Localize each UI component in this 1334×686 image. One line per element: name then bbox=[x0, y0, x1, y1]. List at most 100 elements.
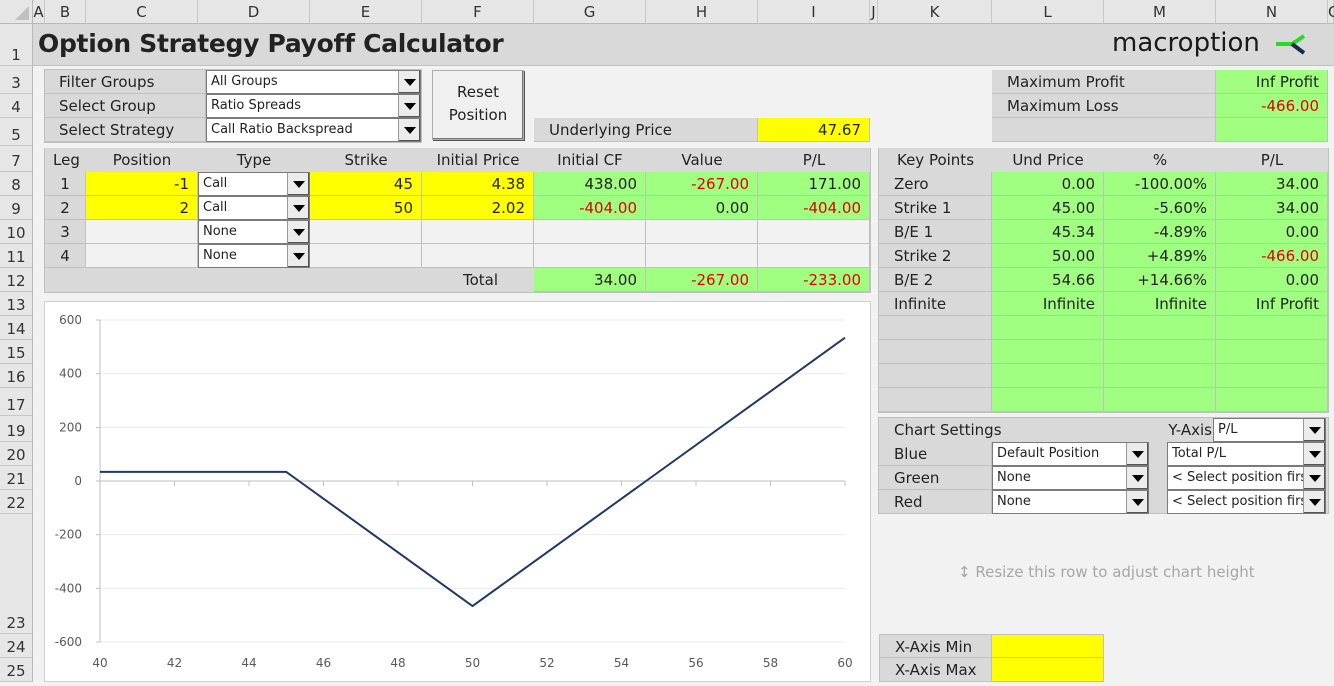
row-header[interactable]: 17 bbox=[0, 388, 33, 416]
leg-type-dropdown[interactable]: Call bbox=[198, 196, 310, 220]
row-header[interactable]: 4 bbox=[0, 94, 33, 118]
column-header[interactable]: A bbox=[33, 0, 45, 24]
filter-groups-dropdown[interactable]: All Groups bbox=[206, 70, 421, 94]
column-header[interactable]: F bbox=[422, 0, 534, 24]
leg-position-input[interactable] bbox=[86, 220, 198, 244]
column-header[interactable]: I bbox=[758, 0, 870, 24]
row-header[interactable]: 14 bbox=[0, 316, 33, 340]
row-header[interactable]: 20 bbox=[0, 442, 33, 466]
leg-price-input[interactable]: 4.38 bbox=[422, 172, 534, 196]
row-header[interactable]: 22 bbox=[0, 490, 33, 514]
payoff-chart[interactable]: 600 400 200 0 -200 -400 -600 40 42 44 46 48 50 52 54 56… bbox=[44, 301, 871, 682]
column-header[interactable]: H bbox=[646, 0, 758, 24]
chart-series-dropdown[interactable]: < Select position first bbox=[1167, 466, 1326, 490]
row-header[interactable]: 21 bbox=[0, 466, 33, 490]
total-label: Total bbox=[422, 268, 534, 292]
leg-price-input[interactable]: 2.02 bbox=[422, 196, 534, 220]
row-header[interactable]: 9 bbox=[0, 196, 33, 220]
key-point-price bbox=[992, 388, 1104, 412]
chart-position-dropdown[interactable]: None bbox=[992, 490, 1149, 514]
chevron-down-icon[interactable] bbox=[1303, 419, 1325, 441]
column-header[interactable]: J bbox=[870, 0, 878, 24]
row-header[interactable]: 25 bbox=[0, 658, 33, 682]
key-point-name: Infinite bbox=[879, 292, 992, 316]
leg-strike-input[interactable]: 45 bbox=[310, 172, 422, 196]
column-header[interactable]: M bbox=[1104, 0, 1216, 24]
row-header[interactable]: 13 bbox=[0, 292, 33, 316]
column-header[interactable]: B bbox=[45, 0, 86, 24]
leg-strike-input[interactable] bbox=[310, 244, 422, 268]
chevron-down-icon[interactable] bbox=[1126, 491, 1148, 513]
chevron-down-icon[interactable] bbox=[1126, 443, 1148, 465]
chevron-down-icon[interactable] bbox=[1303, 443, 1325, 465]
resize-hint-text: Resize this row to adjust chart height bbox=[975, 563, 1255, 581]
column-header[interactable]: G bbox=[534, 0, 646, 24]
chevron-down-icon[interactable] bbox=[398, 119, 420, 141]
select-all-corner[interactable] bbox=[0, 0, 33, 24]
key-point-pl bbox=[1216, 364, 1328, 388]
row-header[interactable]: 16 bbox=[0, 364, 33, 388]
chevron-down-icon[interactable] bbox=[1303, 491, 1325, 513]
key-point-price bbox=[992, 316, 1104, 340]
chevron-down-icon[interactable] bbox=[287, 245, 309, 267]
column-header[interactable]: L bbox=[992, 0, 1104, 24]
row-header[interactable]: 8 bbox=[0, 172, 33, 196]
column-header[interactable]: K bbox=[878, 0, 992, 24]
row-header[interactable]: 11 bbox=[0, 244, 33, 268]
column-header[interactable]: O bbox=[1328, 0, 1334, 24]
key-point-name: Strike 1 bbox=[879, 196, 992, 220]
row-header[interactable]: 5 bbox=[0, 118, 33, 146]
leg-strike-input[interactable]: 50 bbox=[310, 196, 422, 220]
column-header[interactable]: D bbox=[198, 0, 310, 24]
leg-type-dropdown[interactable]: Call bbox=[198, 172, 310, 196]
leg-position-input[interactable]: 2 bbox=[86, 196, 198, 220]
key-point-name bbox=[879, 340, 992, 364]
leg-price-input[interactable] bbox=[422, 244, 534, 268]
leg-position-input[interactable]: -1 bbox=[86, 172, 198, 196]
chart-position-dropdown[interactable]: None bbox=[992, 466, 1149, 490]
key-point-price: Infinite bbox=[992, 292, 1104, 316]
leg-type-dropdown[interactable]: None bbox=[198, 220, 310, 244]
underlying-price-input[interactable]: 47.67 bbox=[758, 118, 870, 142]
chevron-down-icon[interactable] bbox=[1303, 467, 1325, 489]
row-header[interactable]: 19 bbox=[0, 416, 33, 442]
key-point-price: 45.34 bbox=[992, 220, 1104, 244]
column-header[interactable]: E bbox=[310, 0, 422, 24]
leg-position-input[interactable] bbox=[86, 244, 198, 268]
select-strategy-dropdown[interactable]: Call Ratio Backspread bbox=[206, 118, 421, 142]
column-header[interactable]: N bbox=[1216, 0, 1328, 24]
row-header[interactable]: 23 bbox=[0, 514, 33, 634]
chevron-down-icon[interactable] bbox=[398, 71, 420, 93]
key-point-name: Zero bbox=[879, 172, 992, 196]
row-header[interactable]: 10 bbox=[0, 220, 33, 244]
leg-value bbox=[646, 244, 758, 268]
select-group-dropdown[interactable]: Ratio Spreads bbox=[206, 94, 421, 118]
key-point-pl: 34.00 bbox=[1216, 172, 1328, 196]
chart-series-dropdown[interactable]: Total P/L bbox=[1167, 442, 1326, 466]
row-header[interactable]: 3 bbox=[0, 66, 33, 94]
y-tick-label: 0 bbox=[74, 474, 82, 488]
x-axis-min-input[interactable] bbox=[992, 634, 1104, 658]
row-header[interactable]: 12 bbox=[0, 268, 33, 292]
chevron-down-icon[interactable] bbox=[287, 221, 309, 243]
chevron-down-icon[interactable] bbox=[287, 173, 309, 195]
row-header[interactable]: 1 bbox=[0, 24, 33, 66]
chevron-down-icon[interactable] bbox=[398, 95, 420, 117]
reset-position-button[interactable]: Reset Position bbox=[432, 70, 524, 140]
row-header[interactable]: 15 bbox=[0, 340, 33, 364]
chevron-down-icon[interactable] bbox=[287, 197, 309, 219]
y-axis-dropdown[interactable]: P/L bbox=[1213, 418, 1326, 442]
key-point-pct bbox=[1104, 316, 1216, 340]
key-point-pct: +14.66% bbox=[1104, 268, 1216, 292]
leg-strike-input[interactable] bbox=[310, 220, 422, 244]
row-header[interactable]: 24 bbox=[0, 634, 33, 658]
x-axis-max-input[interactable] bbox=[992, 658, 1104, 682]
row-header[interactable]: 7 bbox=[0, 146, 33, 172]
chevron-down-icon[interactable] bbox=[1126, 467, 1148, 489]
summary-label: Maximum Profit bbox=[992, 70, 1216, 94]
leg-type-dropdown[interactable]: None bbox=[198, 244, 310, 268]
leg-price-input[interactable] bbox=[422, 220, 534, 244]
column-header[interactable]: C bbox=[86, 0, 198, 24]
chart-series-dropdown[interactable]: < Select position first bbox=[1167, 490, 1326, 514]
chart-position-dropdown[interactable]: Default Position bbox=[992, 442, 1149, 466]
